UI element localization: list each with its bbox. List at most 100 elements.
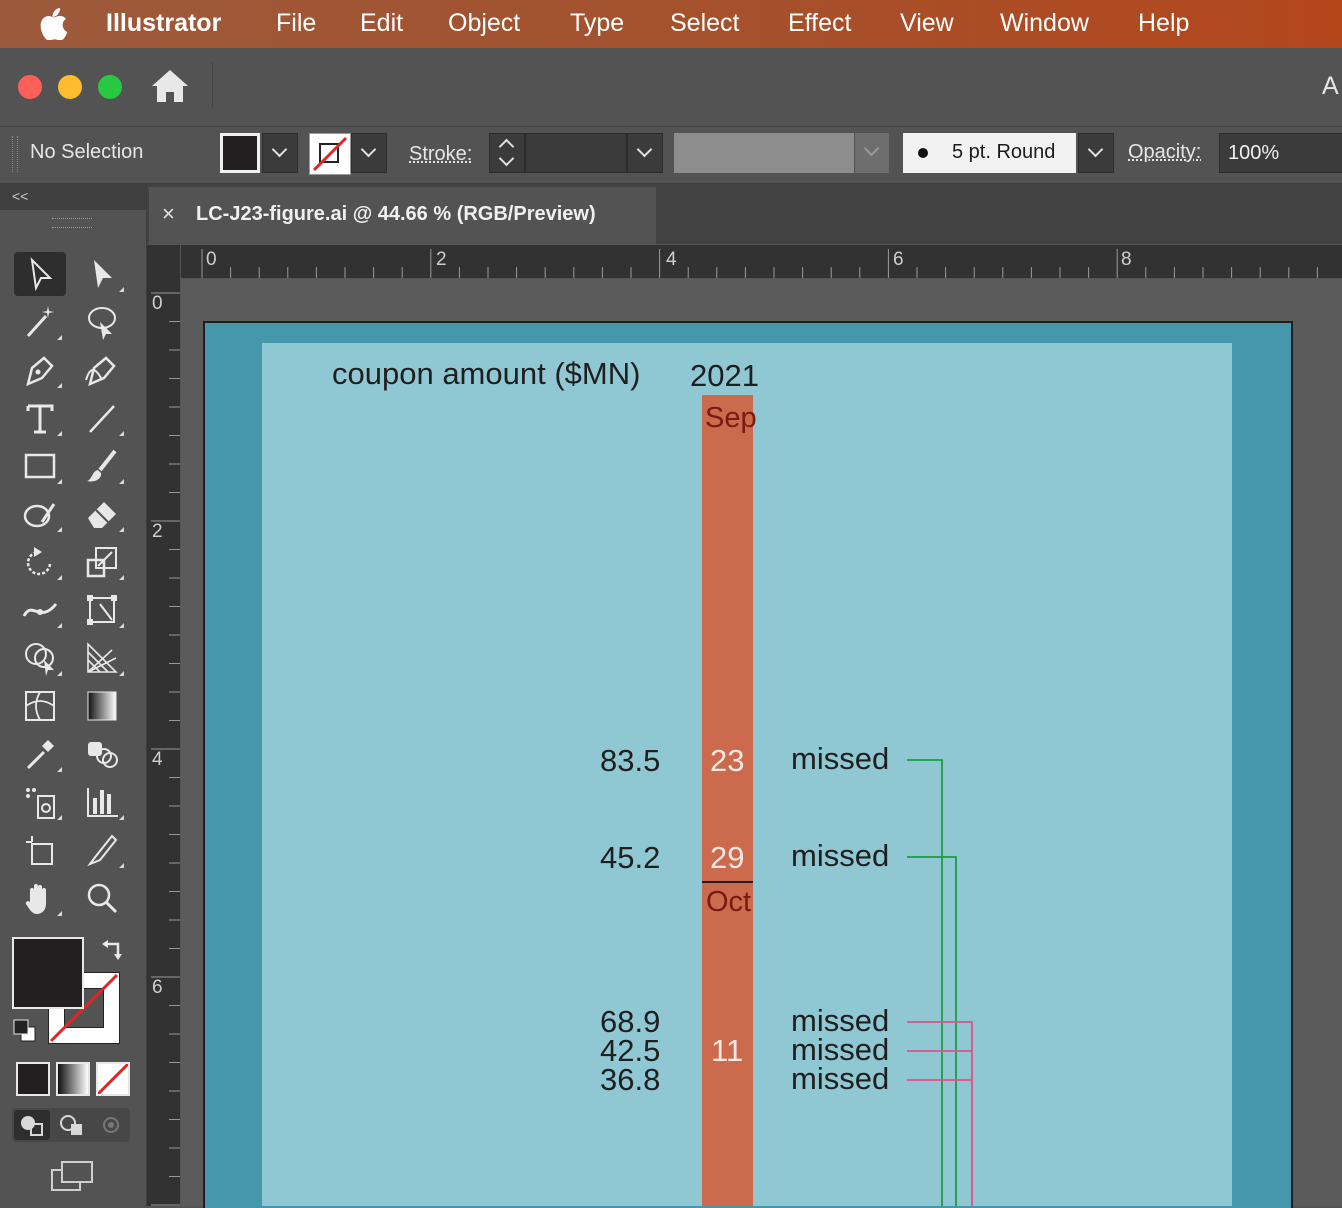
variable-width-profile[interactable]: [674, 133, 854, 173]
column-graph-tool-icon[interactable]: [76, 780, 128, 824]
day-label[interactable]: 29: [710, 840, 744, 876]
draw-behind-icon[interactable]: [54, 1110, 90, 1140]
swap-fill-stroke-icon[interactable]: [100, 938, 126, 962]
menu-select[interactable]: Select: [670, 0, 739, 48]
direct-selection-tool-icon[interactable]: [76, 252, 128, 296]
status-label[interactable]: missed: [791, 741, 889, 777]
perspective-grid-tool-icon[interactable]: [76, 636, 128, 680]
apple-icon[interactable]: [38, 8, 68, 41]
home-icon[interactable]: [150, 68, 190, 104]
rectangle-tool-icon[interactable]: [14, 444, 66, 488]
eraser-tool-icon[interactable]: [76, 492, 128, 536]
draw-inside-icon[interactable]: [94, 1110, 128, 1140]
collapse-panel-icon[interactable]: <<: [12, 188, 28, 204]
fill-dropdown[interactable]: [262, 133, 298, 173]
close-window-button[interactable]: [18, 75, 42, 99]
menu-effect[interactable]: Effect: [788, 0, 851, 48]
magic-wand-tool-icon[interactable]: [14, 300, 66, 344]
close-tab-icon[interactable]: ×: [162, 201, 175, 227]
curvature-tool-icon[interactable]: [76, 348, 128, 392]
free-transform-tool-icon[interactable]: [76, 588, 128, 632]
artwork-year[interactable]: 2021: [690, 358, 759, 394]
paintbrush-tool-icon[interactable]: [76, 444, 128, 488]
variable-width-dropdown[interactable]: [855, 133, 889, 173]
hand-tool-icon[interactable]: [14, 876, 66, 920]
menu-app-name[interactable]: Illustrator: [106, 0, 221, 48]
day-label[interactable]: 11: [711, 1033, 743, 1069]
ruler-label: 2: [436, 249, 447, 270]
header-divider: [212, 62, 213, 108]
status-label[interactable]: missed: [791, 838, 889, 874]
menu-window[interactable]: Window: [1000, 0, 1089, 48]
zoom-window-button[interactable]: [98, 75, 122, 99]
width-tool-icon[interactable]: [14, 588, 66, 632]
menu-view[interactable]: View: [900, 0, 954, 48]
app-header: [0, 48, 1342, 127]
selection-tool-icon[interactable]: [14, 252, 66, 296]
pen-tool-icon[interactable]: [14, 348, 66, 392]
menu-file[interactable]: File: [276, 0, 316, 48]
menu-object[interactable]: Object: [448, 0, 520, 48]
mesh-tool-icon[interactable]: [14, 684, 66, 728]
type-tool-icon[interactable]: [14, 396, 66, 440]
menu-type[interactable]: Type: [570, 0, 624, 48]
default-fill-stroke-icon[interactable]: [12, 1018, 38, 1044]
tools-panel-header: <<: [0, 184, 146, 210]
amount-label[interactable]: 83.5: [600, 743, 660, 779]
artwork-title[interactable]: coupon amount ($MN): [332, 356, 640, 392]
stroke-weight-stepper[interactable]: [489, 133, 525, 173]
menu-help[interactable]: Help: [1138, 0, 1189, 48]
day-label[interactable]: 23: [710, 743, 744, 779]
minimize-window-button[interactable]: [58, 75, 82, 99]
draw-normal-icon[interactable]: [14, 1110, 50, 1140]
document-title: LC-J23-figure.ai @ 44.66 % (RGB/Preview): [196, 203, 596, 225]
screen-mode-icon[interactable]: [48, 1158, 96, 1194]
shaper-tool-icon[interactable]: [14, 492, 66, 536]
opacity-label[interactable]: Opacity:: [1128, 141, 1201, 164]
zoom-tool-icon[interactable]: [76, 876, 128, 920]
opacity-field[interactable]: 100%: [1219, 133, 1342, 173]
timeline-bar[interactable]: [702, 395, 753, 1206]
lasso-tool-icon[interactable]: [76, 300, 128, 344]
horizontal-ruler[interactable]: 0 2 4 6 8: [180, 245, 1342, 279]
amount-label[interactable]: 36.8: [600, 1062, 660, 1098]
symbol-sprayer-tool-icon[interactable]: [14, 780, 66, 824]
stroke-label[interactable]: Stroke:: [409, 143, 472, 166]
scale-tool-icon[interactable]: [76, 540, 128, 584]
stroke-weight-dropdown[interactable]: [627, 133, 663, 173]
fill-color-box[interactable]: [12, 937, 84, 1009]
none-mode-button[interactable]: [96, 1062, 130, 1096]
drawing-modes: [12, 1108, 130, 1142]
tools-panel-grip[interactable]: [52, 218, 92, 228]
amount-label[interactable]: 45.2: [600, 840, 660, 876]
line-segment-tool-icon[interactable]: [76, 396, 128, 440]
stroke-swatch[interactable]: [309, 133, 351, 175]
gradient-mode-button[interactable]: [56, 1062, 90, 1096]
rotate-tool-icon[interactable]: [14, 540, 66, 584]
month-label-oct[interactable]: Oct: [706, 886, 751, 919]
ruler-label: 8: [1121, 249, 1132, 270]
gradient-tool-icon[interactable]: [76, 684, 128, 728]
ruler-label: 6: [893, 249, 904, 270]
stroke-weight-field[interactable]: [525, 133, 627, 173]
blend-tool-icon[interactable]: [76, 732, 128, 776]
menu-edit[interactable]: Edit: [360, 0, 403, 48]
control-bar-grip[interactable]: [12, 136, 18, 172]
ruler-label: 0: [206, 249, 217, 270]
document-tab[interactable]: × LC-J23-figure.ai @ 44.66 % (RGB/Previe…: [149, 187, 656, 244]
opacity-value: 100%: [1228, 142, 1280, 164]
color-mode-button[interactable]: [16, 1062, 50, 1096]
slice-tool-icon[interactable]: [76, 828, 128, 872]
fill-swatch[interactable]: [220, 133, 260, 173]
connector-line-green: [907, 856, 957, 1206]
artboard-tool-icon[interactable]: [14, 828, 66, 872]
brush-definition[interactable]: 5 pt. Round: [903, 133, 1076, 173]
status-label[interactable]: missed: [791, 1061, 889, 1097]
brush-dropdown[interactable]: [1078, 133, 1114, 173]
stroke-dropdown[interactable]: [351, 133, 387, 173]
shape-builder-tool-icon[interactable]: [14, 636, 66, 680]
vertical-ruler[interactable]: 0 2 4 6: [147, 245, 181, 1206]
connector-lines[interactable]: [900, 750, 990, 1206]
month-label-sep[interactable]: Sep: [705, 402, 757, 435]
eyedropper-tool-icon[interactable]: [14, 732, 66, 776]
